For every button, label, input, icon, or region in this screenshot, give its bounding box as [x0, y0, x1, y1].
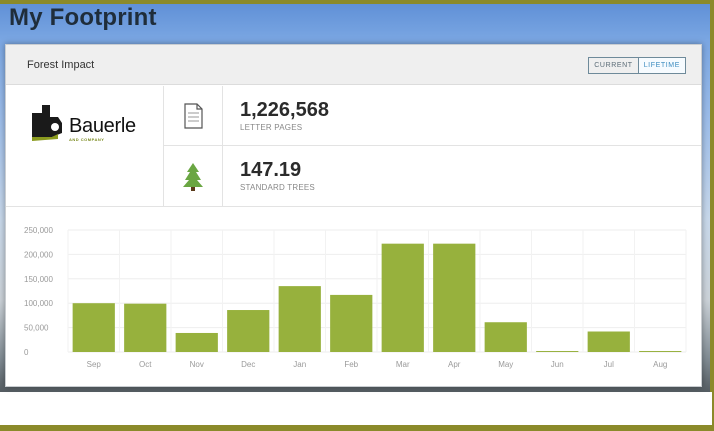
period-toggle: CURRENT LIFETIME — [588, 57, 686, 74]
bauerle-logo-icon — [32, 105, 62, 141]
lifetime-toggle-button[interactable]: LIFETIME — [638, 58, 685, 73]
bar-apr[interactable] — [433, 243, 476, 352]
x-tick-label: Jul — [604, 360, 614, 369]
y-tick-label: 0 — [24, 348, 29, 357]
right-border — [710, 0, 714, 431]
page-title: My Footprint — [9, 4, 157, 31]
pages-value: 1,226,568 — [240, 99, 329, 121]
trees-icon-cell — [164, 146, 223, 207]
pages-label: LETTER PAGES — [240, 123, 303, 132]
x-tick-label: Nov — [190, 360, 204, 369]
x-tick-label: Jun — [551, 360, 564, 369]
card-header: Forest Impact CURRENT LIFETIME — [6, 45, 701, 85]
bar-mar[interactable] — [381, 243, 424, 352]
trees-value: 147.19 — [240, 159, 302, 181]
bar-jun[interactable] — [536, 351, 579, 352]
bar-jan[interactable] — [278, 286, 321, 352]
stats-panel: Bauerle AND COMPANY 1,226,568 LETTER PAG… — [6, 86, 701, 207]
y-tick-label: 250,000 — [24, 226, 53, 235]
bar-chart: 0 50,000 100,000 150,000 200,000 250,000 Sep Oc… — [24, 226, 687, 369]
company-subtitle: AND COMPANY — [69, 137, 105, 142]
trees-stat: 147.19 STANDARD TREES — [223, 146, 701, 207]
card-title: Forest Impact — [27, 59, 95, 71]
x-tick-label: May — [498, 360, 513, 369]
bar-nov[interactable] — [175, 332, 218, 352]
bar-jul[interactable] — [587, 331, 630, 352]
bar-aug[interactable] — [639, 351, 682, 352]
trees-label: STANDARD TREES — [240, 183, 315, 192]
bar-feb[interactable] — [330, 294, 373, 352]
x-tick-label: Dec — [241, 360, 255, 369]
document-icon — [184, 102, 203, 129]
company-name: Bauerle — [69, 115, 136, 137]
bar-may[interactable] — [484, 322, 527, 352]
bar-dec[interactable] — [227, 310, 270, 352]
bar-oct[interactable] — [124, 303, 167, 352]
pages-icon-cell — [164, 86, 223, 146]
y-tick-label: 200,000 — [24, 250, 53, 259]
company-logo: Bauerle AND COMPANY — [6, 86, 164, 207]
y-tick-label: 150,000 — [24, 275, 53, 284]
monthly-chart: 0 50,000 100,000 150,000 200,000 250,000 Sep Oc… — [6, 208, 701, 386]
x-tick-label: Jan — [293, 360, 306, 369]
y-tick-label: 100,000 — [24, 299, 53, 308]
x-tick-label: Feb — [344, 360, 358, 369]
x-tick-label: Oct — [139, 360, 152, 369]
pages-stat: 1,226,568 LETTER PAGES — [223, 86, 701, 146]
bar-sep[interactable] — [72, 303, 115, 352]
x-tick-label: Sep — [87, 360, 102, 369]
x-tick-label: Aug — [653, 360, 667, 369]
y-tick-label: 50,000 — [24, 324, 49, 333]
bottom-band — [0, 392, 712, 431]
tree-icon — [183, 162, 203, 191]
current-toggle-button[interactable]: CURRENT — [589, 58, 639, 73]
forest-impact-card: Forest Impact CURRENT LIFETIME Bauerle A… — [5, 44, 702, 387]
x-tick-label: Mar — [396, 360, 410, 369]
x-tick-label: Apr — [448, 360, 461, 369]
